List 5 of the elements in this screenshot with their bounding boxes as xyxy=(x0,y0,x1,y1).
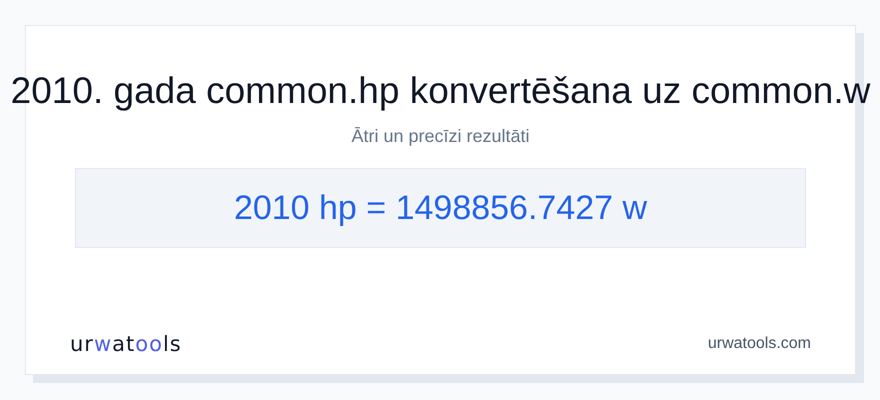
logo: urwatools xyxy=(70,330,182,358)
subtitle: Ātri un precīzi rezultāti xyxy=(351,125,530,148)
site-link[interactable]: urwatools.com xyxy=(708,332,811,356)
result-text: 2010 hp = 1498856.7427 w xyxy=(234,188,648,228)
page-title: 2010. gada common.hp konvertēšana uz common.w xyxy=(10,71,870,111)
